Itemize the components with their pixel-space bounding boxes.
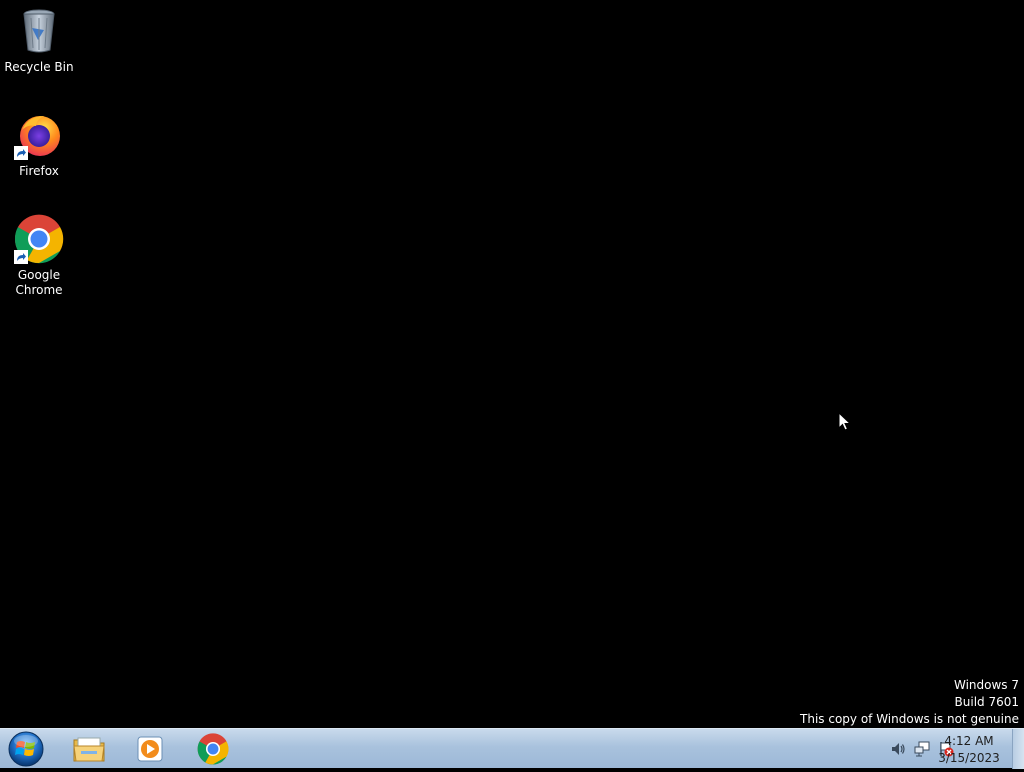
shortcut-arrow-icon	[14, 250, 28, 264]
media-player-icon	[137, 736, 163, 762]
taskbar-button-explorer[interactable]	[61, 731, 117, 767]
show-desktop-button[interactable]	[1012, 729, 1024, 769]
chrome-icon	[14, 214, 64, 264]
chrome-icon	[197, 733, 229, 765]
taskbar-button-media-player[interactable]	[122, 731, 178, 767]
desktop-icon-firefox[interactable]: Firefox	[0, 110, 78, 179]
watermark-os-name: Windows 7	[953, 678, 1019, 692]
recycle-bin-icon	[14, 6, 64, 56]
file-explorer-icon	[73, 737, 105, 762]
desktop-icon-label: Recycle Bin	[4, 60, 74, 74]
desktop-icon-google-chrome[interactable]: Google Chrome	[0, 214, 78, 298]
mouse-cursor-icon	[838, 412, 852, 431]
windows-genuine-watermark: Windows 7 Build 7601 This copy of Window…	[800, 677, 1019, 728]
desktop-icon-label: Firefox	[19, 164, 59, 178]
windows-start-orb-icon	[8, 731, 44, 767]
start-button[interactable]	[4, 730, 48, 768]
clock-date: 3/15/2023	[938, 751, 1000, 765]
taskbar-button-chrome[interactable]	[185, 731, 241, 767]
watermark-genuine-notice: This copy of Windows is not genuine	[800, 712, 1019, 726]
clock-time: 4:12 AM	[944, 734, 994, 748]
desktop[interactable]: Recycle Bin Firefox Google Chrome Window…	[0, 0, 1024, 728]
firefox-icon	[14, 110, 64, 160]
taskbar-clock[interactable]: 4:12 AM 3/15/2023	[934, 733, 1004, 767]
taskbar: 4:12 AM 3/15/2023	[0, 728, 1024, 769]
system-tray: 4:12 AM 3/15/2023	[824, 729, 1024, 769]
volume-icon[interactable]	[890, 741, 906, 757]
watermark-build: Build 7601	[954, 695, 1019, 709]
network-icon[interactable]	[914, 741, 930, 757]
desktop-icon-label: Google Chrome	[15, 268, 63, 297]
shortcut-arrow-icon	[14, 146, 28, 160]
desktop-icon-recycle-bin[interactable]: Recycle Bin	[0, 6, 78, 75]
